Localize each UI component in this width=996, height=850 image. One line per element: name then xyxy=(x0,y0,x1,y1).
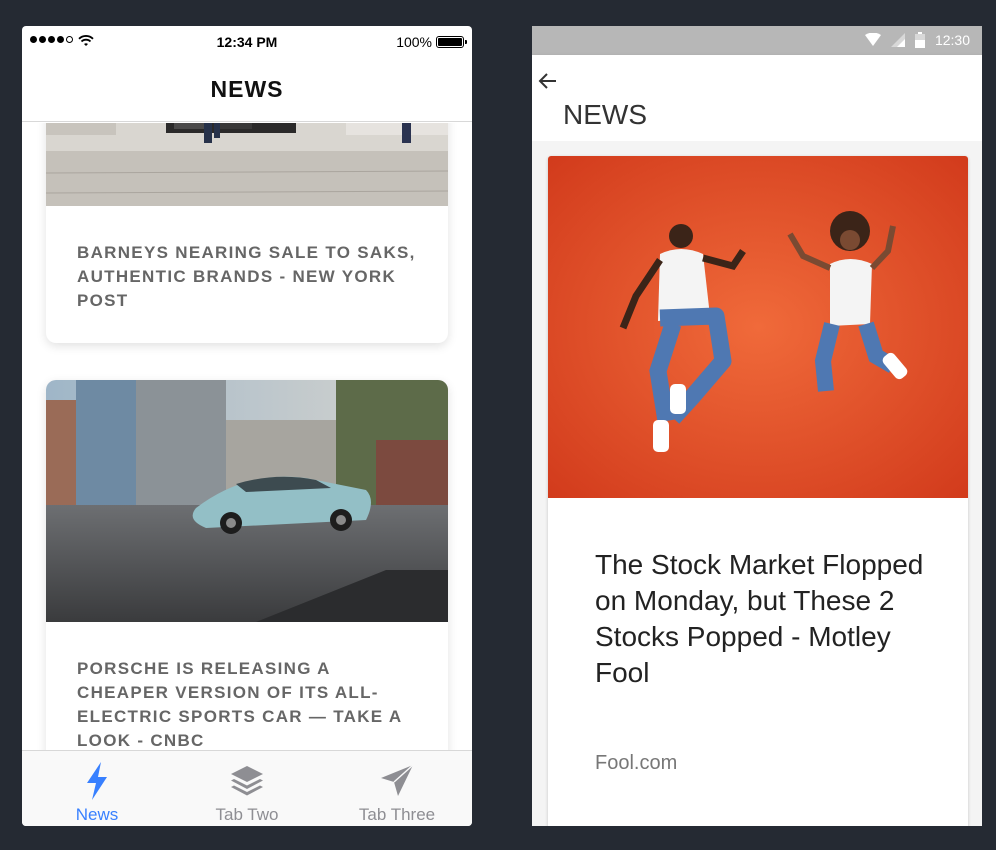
battery-icon xyxy=(436,36,467,48)
page-header: NEWS xyxy=(22,58,472,122)
android-status-bar: 12:30 xyxy=(532,26,982,55)
article-title: BARNEYS NEARING SALE TO SAKS, AUTHENTIC … xyxy=(77,243,416,310)
wifi-icon xyxy=(864,33,881,46)
tab-news[interactable]: News xyxy=(22,751,172,826)
layers-icon xyxy=(231,766,263,796)
back-arrow-icon[interactable] xyxy=(536,69,560,93)
flash-icon xyxy=(87,762,107,800)
page-title: NEWS xyxy=(563,99,647,130)
tab-two[interactable]: Tab Two xyxy=(172,751,322,826)
tab-label: Tab Three xyxy=(358,805,436,824)
page-header: NEWS xyxy=(532,55,982,141)
android-phone-screen: 12:30 NEWS The Stock Market Flopped on M… xyxy=(532,26,982,826)
article-title: PORSCHE IS RELEASING A CHEAPER VERSION O… xyxy=(77,659,402,750)
tab-label: News xyxy=(75,805,119,824)
article-title: The Stock Market Flopped on Monday, but … xyxy=(595,549,924,688)
article-source: Fool.com xyxy=(595,752,678,774)
news-card[interactable]: PORSCHE IS RELEASING A CHEAPER VERSION O… xyxy=(46,380,448,750)
ios-phone-screen: 12:34 PM 100% NEWS IME FOR xyxy=(22,26,472,826)
tab-three[interactable]: Tab Three xyxy=(322,751,472,826)
cell-signal-icon xyxy=(890,33,905,47)
page-title: NEWS xyxy=(210,76,284,102)
article-image-storefront: IME FOR xyxy=(46,123,448,206)
news-card[interactable]: IME FOR BARNEYS NEARING SALE TO SAKS, AU… xyxy=(46,123,448,343)
ios-status-bar: 12:34 PM 100% xyxy=(22,26,472,58)
news-list[interactable]: IME FOR BARNEYS NEARING SALE TO SAKS, AU… xyxy=(22,123,472,750)
content-area: The Stock Market Flopped on Monday, but … xyxy=(532,141,982,826)
svg-text:IME: IME xyxy=(50,123,86,128)
status-time: 12:30 xyxy=(934,32,970,48)
article-image-jumping-people xyxy=(548,156,968,498)
article-image-porsche xyxy=(46,380,448,622)
news-card[interactable]: The Stock Market Flopped on Monday, but … xyxy=(548,156,968,826)
battery-percent: 100% xyxy=(396,34,432,50)
tab-label: Tab Two xyxy=(215,805,279,824)
send-icon xyxy=(381,764,414,796)
battery-icon xyxy=(914,32,925,48)
tab-bar: News Tab Two Tab Three xyxy=(22,750,472,826)
